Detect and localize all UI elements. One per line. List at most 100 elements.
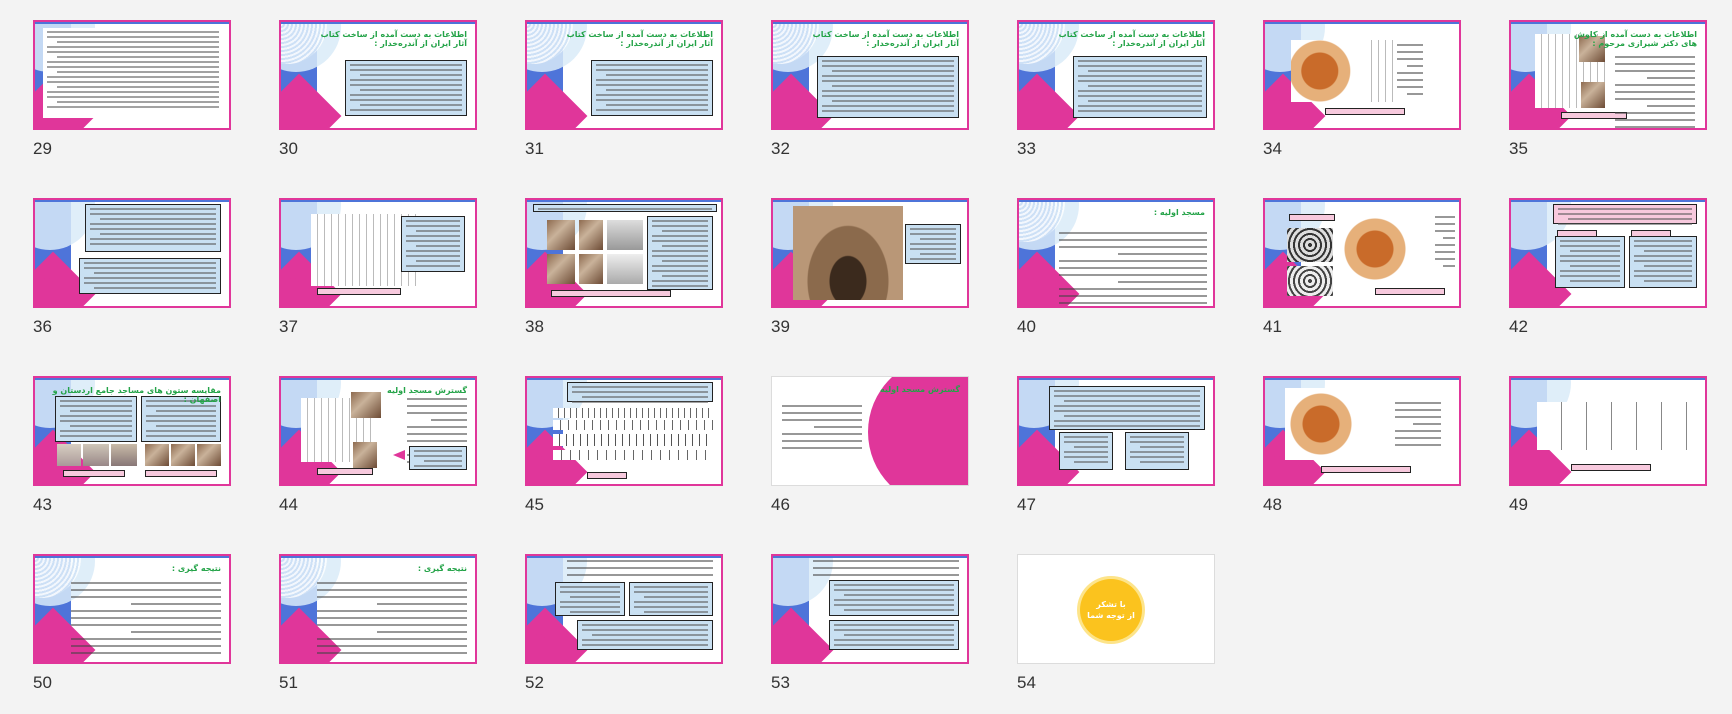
photo [145, 444, 169, 466]
slide-thumbnail[interactable]: 41 [1263, 198, 1465, 338]
slide-number: 33 [1017, 139, 1036, 158]
image-caption [145, 470, 217, 477]
mihrab-photo [793, 206, 903, 300]
slide-canvas[interactable] [771, 198, 969, 308]
slide-thumbnail[interactable]: 49 [1509, 376, 1711, 516]
slide-canvas[interactable] [1263, 198, 1461, 308]
slide-thumbnail[interactable]: 47 [1017, 376, 1219, 516]
decor-dot [1271, 278, 1283, 290]
slide-canvas[interactable] [1017, 376, 1215, 486]
slide-canvas[interactable] [279, 198, 477, 308]
slide-thumbnail[interactable]: 38 [525, 198, 727, 338]
photo [197, 444, 221, 466]
slide-thumbnail[interactable]: 39 [771, 198, 973, 338]
decor-top-bar [35, 200, 229, 202]
pattern-photo [1287, 228, 1333, 262]
slide-thumbnail[interactable]: 45 [525, 376, 727, 516]
decor-top-bar [527, 200, 721, 202]
slide-number: 51 [279, 673, 298, 692]
decor-top-bar [1511, 200, 1705, 202]
slide-thumbnail[interactable]: اطلاعات به دست آمده از ساخت کتاب آثار ای… [279, 20, 481, 160]
slide-thumbnail[interactable]: 36 [33, 198, 235, 338]
decor-top-bar [1265, 200, 1459, 202]
slide-canvas[interactable]: مسجد اولیه : [1017, 198, 1215, 308]
decor-top-bar [281, 22, 475, 24]
axonometric-image [1285, 388, 1375, 460]
slide-canvas[interactable] [525, 376, 723, 486]
image-caption [1631, 230, 1671, 237]
decor-dot [1025, 100, 1037, 112]
slide-thumbnail[interactable]: اطلاعات به دست آمده از ساخت کتاب آثار ای… [1017, 20, 1219, 160]
slide-canvas[interactable]: اطلاعات به دست آمده از ساخت کتاب آثار ای… [1017, 20, 1215, 130]
image-caption [63, 470, 125, 477]
slide-number: 35 [1509, 139, 1528, 158]
slide-canvas[interactable]: گسترش مسجد اولیه [771, 376, 969, 486]
slide-canvas[interactable]: اطلاعات به دست آمده از ساخت کتاب آثار ای… [525, 20, 723, 130]
slide-canvas[interactable]: نتیجه گیری : [279, 554, 477, 664]
decor-top-bar [1511, 378, 1705, 380]
slide-title: اطلاعات به دست آمده از کاوش های دکتر شیر… [1573, 30, 1697, 49]
slide-thumbnail[interactable]: اطلاعات به دست آمده از کاوش های دکتر شیر… [1509, 20, 1711, 160]
slide-thumbnail[interactable]: مقایسه ستون های مساجد جامع اردستان و اصف… [33, 376, 235, 516]
text-box [401, 216, 465, 272]
slide-thumbnail[interactable]: با تشکر از توجه شما 54 [1017, 554, 1219, 694]
slide-number: 47 [1017, 495, 1036, 514]
slide-canvas[interactable] [33, 198, 231, 308]
slide-canvas[interactable]: اطلاعات به دست آمده از ساخت کتاب آثار ای… [771, 20, 969, 130]
slide-canvas[interactable]: اطلاعات به دست آمده از کاوش های دکتر شیر… [1509, 20, 1707, 130]
decor-top-bar [773, 22, 967, 24]
slide-canvas[interactable] [33, 20, 231, 130]
slide-canvas[interactable] [771, 554, 969, 664]
slide-canvas[interactable]: مقایسه ستون های مساجد جامع اردستان و اصف… [33, 376, 231, 486]
slide-canvas[interactable]: با تشکر از توجه شما [1017, 554, 1215, 664]
decor-dot [287, 634, 299, 646]
slide-number: 46 [771, 495, 790, 514]
elevation-drawing [553, 450, 713, 460]
slide-thumbnail[interactable]: 29 [33, 20, 235, 160]
slide-thumbnail[interactable]: گسترش مسجد اولیه 44 [279, 376, 481, 516]
slide-canvas[interactable] [1509, 376, 1707, 486]
slide-canvas[interactable]: گسترش مسجد اولیه [279, 376, 477, 486]
photo [547, 220, 575, 250]
slide-number: 49 [1509, 495, 1528, 514]
decor-top-bar [35, 22, 229, 24]
slide-thumbnail[interactable]: 34 [1263, 20, 1465, 160]
elevation-drawing [553, 420, 713, 430]
slide-number: 54 [1017, 673, 1036, 692]
axonometric-image [1291, 40, 1363, 102]
slide-canvas[interactable]: اطلاعات به دست آمده از ساخت کتاب آثار ای… [279, 20, 477, 130]
slide-thumbnail[interactable]: نتیجه گیری : 51 [279, 554, 481, 694]
slide-canvas[interactable] [525, 198, 723, 308]
image-caption [1289, 214, 1335, 221]
slide-thumbnail[interactable]: مسجد اولیه : 40 [1017, 198, 1219, 338]
slide-thumbnail[interactable]: 53 [771, 554, 973, 694]
slide-number: 40 [1017, 317, 1036, 336]
slide-thumbnail[interactable]: 37 [279, 198, 481, 338]
decor-dot [1517, 100, 1529, 112]
slide-canvas[interactable]: نتیجه گیری : [33, 554, 231, 664]
slide-thumbnail[interactable]: اطلاعات به دست آمده از ساخت کتاب آثار ای… [771, 20, 973, 160]
slide-number: 32 [771, 139, 790, 158]
decor-top-bar [281, 378, 475, 380]
slide-thumbnail[interactable]: گسترش مسجد اولیه 46 [771, 376, 973, 516]
decor-top-bar [1265, 22, 1459, 24]
decor-top-bar [1019, 378, 1213, 380]
photo [111, 444, 137, 466]
slide-canvas[interactable] [1263, 376, 1461, 486]
text-box [817, 56, 959, 118]
text-box [79, 258, 221, 294]
slide-thumbnail[interactable]: نتیجه گیری : 50 [33, 554, 235, 694]
slide-thumbnail[interactable]: 52 [525, 554, 727, 694]
slide-canvas[interactable] [1263, 20, 1461, 130]
slide-number: 30 [279, 139, 298, 158]
slide-number: 31 [525, 139, 544, 158]
decor-top-bar [1019, 22, 1213, 24]
slide-thumbnail[interactable]: 48 [1263, 376, 1465, 516]
slide-thumbnail[interactable]: اطلاعات به دست آمده از ساخت کتاب آثار ای… [525, 20, 727, 160]
decor-dot [533, 100, 545, 112]
slide-canvas[interactable] [1509, 198, 1707, 308]
slide-thumbnail[interactable]: 42 [1509, 198, 1711, 338]
slide-canvas[interactable] [525, 554, 723, 664]
decor-dot [287, 100, 299, 112]
slide-number: 43 [33, 495, 52, 514]
